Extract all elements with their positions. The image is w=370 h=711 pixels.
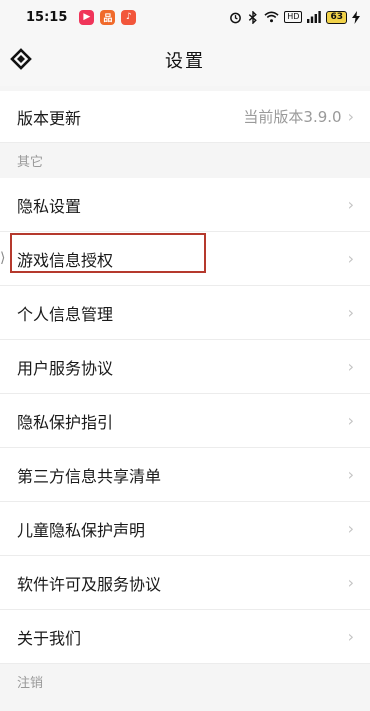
chevron-right-icon: › <box>347 573 354 592</box>
personal-info-management-label: 个人信息管理 <box>17 304 114 324</box>
third-party-sharing-list-row[interactable]: 第三方信息共享清单 › <box>0 448 370 502</box>
alarm-icon <box>230 12 242 23</box>
section-header-logout[interactable]: 注销 <box>0 664 370 699</box>
chevron-right-icon: › <box>347 465 354 484</box>
version-section: 版本更新 当前版本3.9.0 › <box>0 91 370 143</box>
top-app-bar: 设置 <box>0 34 370 86</box>
page-title: 设置 <box>165 51 205 72</box>
privacy-protection-guide-label: 隐私保护指引 <box>17 412 114 432</box>
privacy-settings-label: 隐私设置 <box>17 196 82 216</box>
version-update-row[interactable]: 版本更新 当前版本3.9.0 › <box>0 91 370 143</box>
children-privacy-statement-label: 儿童隐私保护声明 <box>17 520 146 540</box>
chevron-right-icon: › <box>347 249 354 268</box>
personal-info-management-row[interactable]: 个人信息管理 › <box>0 286 370 340</box>
status-time: 15:15 <box>26 9 68 25</box>
privacy-settings-row[interactable]: 隐私设置 › <box>0 178 370 232</box>
charging-icon <box>352 10 360 24</box>
chevron-right-icon: › <box>347 411 354 430</box>
version-value: 当前版本3.9.0 <box>243 108 342 126</box>
chevron-right-icon: › <box>347 357 354 376</box>
section-header-other: 其它 <box>0 143 370 178</box>
signal-icon <box>307 11 322 23</box>
privacy-protection-guide-row[interactable]: 隐私保护指引 › <box>0 394 370 448</box>
bluetooth-icon <box>249 10 258 24</box>
software-license-row[interactable]: 软件许可及服务协议 › <box>0 556 370 610</box>
version-update-label: 版本更新 <box>17 108 82 128</box>
chevron-right-icon: › <box>347 195 354 214</box>
user-service-agreement-label: 用户服务协议 <box>17 358 114 378</box>
wifi-icon <box>264 11 279 23</box>
music-app-icon: ♪ <box>121 9 137 25</box>
chevron-right-icon: › <box>347 627 354 646</box>
highlight-box <box>10 233 206 273</box>
other-section: 其它 隐私设置 › 游戏信息授权 › 个人信息管理 › 用户服务协议 › 隐私保… <box>0 143 370 699</box>
children-privacy-statement-row[interactable]: 儿童隐私保护声明 › <box>0 502 370 556</box>
hd-icon: HD <box>284 11 303 23</box>
status-bar: 15:15 ▶ 品 ♪ HD 63 <box>0 0 370 34</box>
chevron-right-icon: › <box>347 107 354 126</box>
edge-panel-handle[interactable]: ⟩ <box>0 244 10 272</box>
chevron-right-icon: › <box>347 519 354 538</box>
chevron-right-icon: › <box>347 303 354 322</box>
video-app-icon: ▶ <box>79 9 95 25</box>
shop-app-icon: 品 <box>100 9 116 25</box>
back-diamond-icon[interactable] <box>10 48 32 70</box>
third-party-sharing-list-label: 第三方信息共享清单 <box>17 466 162 486</box>
status-indicators: HD 63 <box>229 10 360 24</box>
battery-icon: 63 <box>326 10 347 24</box>
about-us-row[interactable]: 关于我们 › <box>0 610 370 664</box>
about-us-label: 关于我们 <box>17 628 82 648</box>
user-service-agreement-row[interactable]: 用户服务协议 › <box>0 340 370 394</box>
software-license-label: 软件许可及服务协议 <box>17 574 162 594</box>
